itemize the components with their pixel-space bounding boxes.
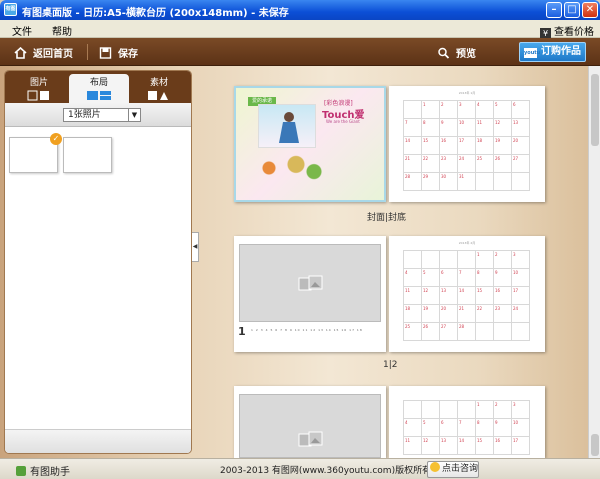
image-placeholder-icon — [298, 431, 323, 447]
consult-label: 点击咨询 — [442, 464, 479, 474]
save-label: 保存 — [118, 49, 138, 60]
spread-caption-cover: 封面|封底 — [367, 213, 407, 223]
consult-button[interactable]: 点击咨询 — [427, 461, 479, 478]
menu-file[interactable]: 文件 — [12, 23, 32, 38]
view-price-link[interactable]: ¥ 查看价格 — [540, 23, 594, 39]
home-icon — [14, 47, 27, 59]
cover-page[interactable]: 爱的承诺 [彩色浪漫] Touch爱 We are the Giant — [234, 86, 386, 202]
tab-photos[interactable]: 图片 — [9, 74, 69, 103]
window-title: 有图桌面版 - 日历:A5-横款台历 (200x148mm) - 未保存 — [22, 8, 289, 19]
layout-icon — [87, 91, 111, 100]
view-price-label: 查看价格 — [554, 27, 594, 38]
app-window: 有图 有图桌面版 - 日历:A5-横款台历 (200x148mm) - 未保存 … — [0, 0, 600, 479]
calendar-header-2: 2013年 2月 — [458, 241, 476, 245]
save-button[interactable]: 保存 — [99, 45, 138, 60]
status-bar: 有图助手 2003-2013 有图网(www.360youtu.com)版权所有… — [0, 458, 600, 479]
tab-photos-label: 图片 — [29, 78, 48, 88]
preview-button[interactable]: 预览 — [437, 45, 476, 60]
image-placeholder-icon — [298, 275, 323, 291]
calendar-grid-2: 123 4 5 6 7 8 9 10 11 12 13 14 15 16 17 18 19 20 21 22 23… — [403, 250, 530, 341]
calendar-page-4[interactable]: 123 4 5 6 7 8 9 10 11 12 13 14 15 16 17 — [389, 386, 545, 458]
calendar-header: 2013年 1月 — [458, 91, 476, 95]
cover-subtitle: We are the Giant — [326, 119, 360, 124]
girl-illustration-icon — [279, 112, 299, 143]
month-number: 1 — [238, 325, 246, 338]
panel-footer — [5, 429, 191, 453]
speaker-icon — [16, 466, 26, 476]
copyright-text: 2003-2013 有图网(www.360youtu.com)版权所有 — [220, 466, 432, 476]
scrollbar-bottom-thumb[interactable] — [591, 434, 599, 456]
home-label: 返回首页 — [33, 49, 73, 60]
month-day-strip: 1 2 3 4 5 6 7 8 9 10 11 12 13 14 15 16 1… — [251, 328, 363, 332]
calendar-grid-4: 123 4 5 6 7 8 9 10 11 12 13 14 15 16 17 — [403, 400, 530, 455]
order-label: 订购作品 — [541, 46, 581, 57]
photo-count-value: 1张照片 — [68, 110, 101, 120]
photo-page-3[interactable] — [234, 386, 386, 458]
photo-page-1[interactable]: 1 1 2 3 4 5 6 7 8 9 10 11 12 13 14 15 16… — [234, 236, 386, 352]
toolbar: 返回首页 保存 预览 youtu订购作品 — [0, 38, 600, 66]
home-button[interactable]: 返回首页 — [14, 45, 73, 60]
menu-bar: 文件 帮助 ¥ 查看价格 — [0, 20, 600, 39]
tab-layout[interactable]: 布局 — [69, 74, 129, 103]
layout-filter-bar: 1张照片 ▼ — [5, 103, 191, 127]
calendar-page-2[interactable]: 2013年 2月 123 4 5 6 7 8 9 10 11 12 13 14 15 16 17 18 1… — [389, 236, 545, 352]
cover-photo — [258, 104, 316, 148]
assistant-label: 有图助手 — [30, 467, 70, 478]
left-panel: 图片 布局 素材 1张照片 ▼ ✓ — [4, 70, 192, 454]
check-icon: ✓ — [50, 133, 62, 145]
materials-icon — [148, 91, 168, 100]
tab-materials[interactable]: 素材 — [129, 74, 189, 103]
maximize-button[interactable]: □ — [564, 2, 580, 18]
floppy-disk-icon — [99, 47, 112, 59]
layout-thumbnail[interactable] — [63, 137, 112, 173]
title-bar: 有图 有图桌面版 - 日历:A5-横款台历 (200x148mm) - 未保存 … — [0, 0, 600, 20]
calendar-page-back[interactable]: 2013年 1月 123456 7 8 9 10 11 12 13 14 15 16 17 18 19… — [389, 86, 545, 202]
preview-label: 预览 — [456, 49, 476, 60]
toolbar-divider — [87, 44, 88, 60]
vertical-scrollbar[interactable] — [588, 66, 600, 458]
photo-count-select[interactable]: 1张照片 ▼ — [63, 108, 141, 122]
tab-layout-label: 布局 — [89, 78, 108, 88]
order-button[interactable]: youtu订购作品 — [519, 42, 586, 62]
close-button[interactable]: ✕ — [582, 2, 598, 18]
chat-icon — [430, 462, 440, 472]
spread-caption-1-2: 1|2 — [383, 360, 398, 370]
panel-tabs: 图片 布局 素材 — [5, 71, 191, 103]
photo-placeholder[interactable] — [239, 244, 381, 322]
menu-help[interactable]: 帮助 — [52, 23, 72, 38]
scrollbar-thumb[interactable] — [591, 74, 599, 146]
assistant-button[interactable]: 有图助手 — [16, 463, 70, 478]
calendar-grid: 123456 7 8 9 10 11 12 13 14 15 16 17 18 19 20 21 22 23… — [403, 100, 530, 191]
youtu-logo-icon: 有图 — [4, 3, 17, 16]
collapse-panel-handle[interactable]: ◀ — [192, 232, 199, 262]
chevron-down-icon: ▼ — [128, 109, 140, 121]
minimize-button[interactable]: – — [546, 2, 562, 18]
photo-placeholder[interactable] — [239, 394, 381, 458]
flower-decoration — [242, 150, 332, 186]
tab-materials-label: 素材 — [149, 78, 168, 88]
photos-icon — [27, 90, 49, 101]
youtu-badge-icon: youtu — [524, 48, 541, 58]
search-icon — [438, 47, 450, 59]
